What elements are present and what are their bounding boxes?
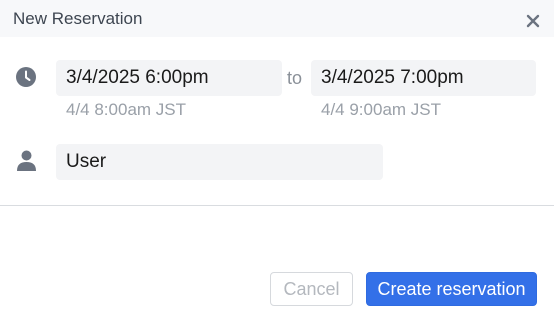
close-icon[interactable] <box>524 12 542 30</box>
create-reservation-button[interactable]: Create reservation <box>366 272 537 306</box>
start-datetime-input[interactable]: 3/4/2025 6:00pm <box>56 60 282 96</box>
clock-icon <box>16 67 36 92</box>
new-reservation-dialog: New Reservation 3/4/2025 6:00pm to 3/4/2… <box>0 0 554 320</box>
start-timezone-hint: 4/4 8:00am JST <box>66 100 187 119</box>
range-separator: to <box>287 68 303 88</box>
dialog-title: New Reservation <box>13 9 143 28</box>
end-timezone-hint: 4/4 9:00am JST <box>321 100 442 119</box>
divider <box>0 205 554 206</box>
user-input[interactable]: User <box>56 144 383 180</box>
user-icon <box>17 150 36 176</box>
dialog-header: New Reservation <box>0 0 554 37</box>
cancel-button[interactable]: Cancel <box>270 272 353 306</box>
end-datetime-input[interactable]: 3/4/2025 7:00pm <box>311 60 536 96</box>
